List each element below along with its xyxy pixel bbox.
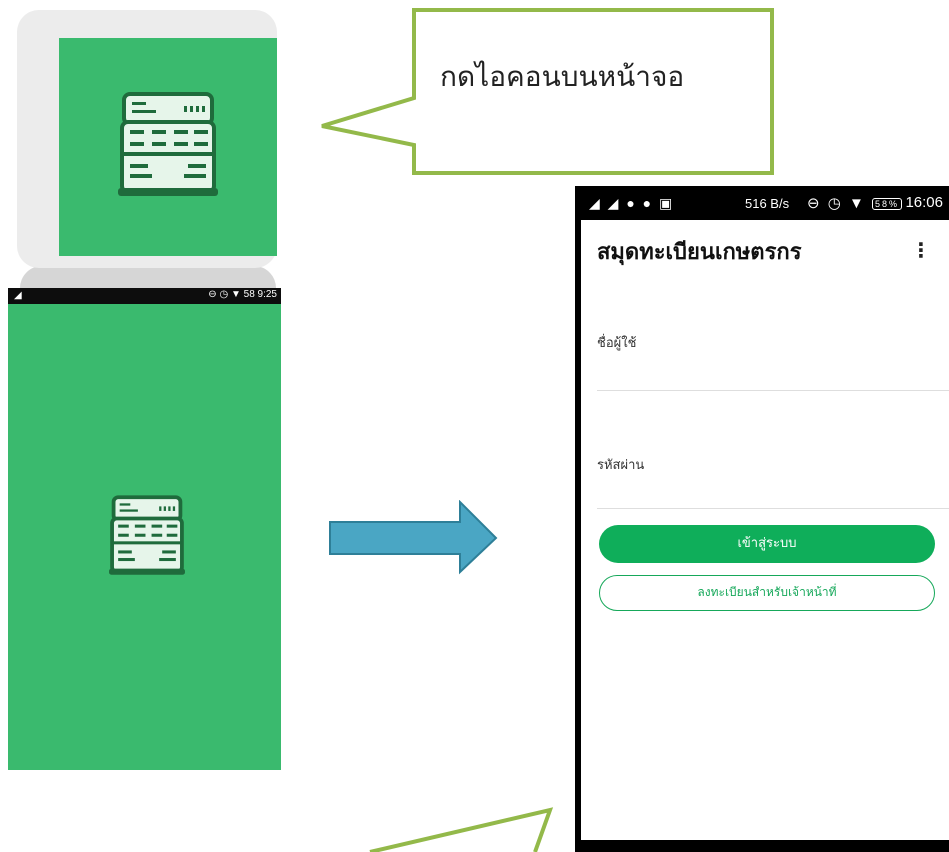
tutorial-canvas: ◢ ⊖ ◷ ▼ 58 9:25 กดไอคอนบนหน้าจอ ◢ ◢ ● ● … [0, 0, 949, 852]
clock: 16:06 [905, 194, 943, 211]
app-title: สมุดทะเบียนเกษตรกร [597, 240, 802, 265]
arrow-right-icon [329, 500, 498, 575]
system-icons: ⊖ ◷ ▼ 58% [807, 194, 903, 212]
username-label: ชื่อผู้ใช้ [597, 336, 637, 351]
network-speed: 516 B/s [745, 196, 790, 211]
overflow-menu-icon[interactable]: ⋮ [911, 238, 931, 262]
username-underline [597, 390, 949, 391]
login-phone: ◢ ◢ ● ● ▣ 516 B/s ⊖ ◷ ▼ 58% 16:06 สมุดทะ… [575, 186, 949, 852]
notification-icons: ◢ ◢ ● ● ▣ [589, 195, 675, 211]
password-label: รหัสผ่าน [597, 458, 645, 473]
username-field[interactable] [597, 358, 947, 382]
password-underline [597, 508, 949, 509]
callout-text: กดไอคอนบนหน้าจอ [440, 60, 685, 93]
password-field[interactable] [597, 478, 947, 502]
phone-status-bar: ◢ ◢ ● ● ▣ 516 B/s ⊖ ◷ ▼ 58% 16:06 [575, 186, 949, 220]
login-button[interactable]: เข้าสู่ระบบ [599, 525, 935, 563]
status-icons: ⊖ ◷ ▼ [807, 195, 866, 212]
battery-icon: 58% [872, 198, 903, 211]
login-screen: สมุดทะเบียนเกษตรกร ⋮ ชื่อผู้ใช้ รหัสผ่าน… [581, 220, 949, 840]
register-staff-button[interactable]: ลงทะเบียนสำหรับเจ้าหน้าที่ [599, 575, 935, 611]
